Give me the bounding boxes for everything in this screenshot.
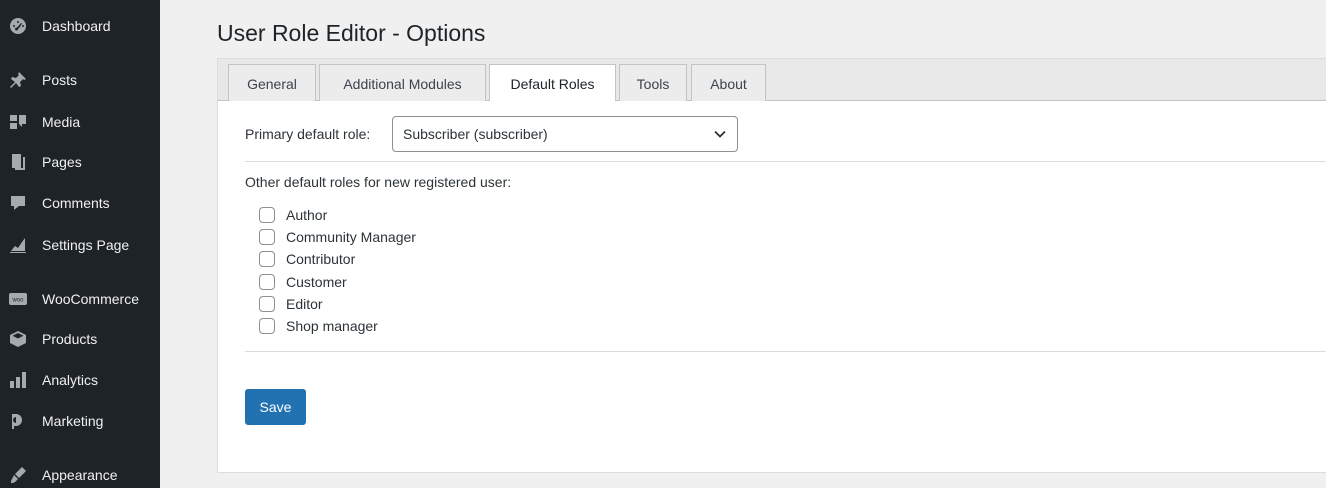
sidebar-item-label: Marketing (42, 413, 104, 429)
tab-tools[interactable]: Tools (619, 64, 687, 102)
default-roles-panel: Primary default role: Subscriber (subscr… (217, 101, 1326, 473)
role-item-customer: Customer (259, 271, 347, 293)
divider (245, 351, 1326, 352)
sidebar-item-label: Posts (42, 72, 78, 88)
sidebar-item-label: Analytics (42, 372, 99, 388)
svg-text:woo: woo (11, 298, 24, 304)
megaphone-icon (8, 411, 28, 431)
comment-icon (8, 193, 28, 213)
sidebar-item-label: Comments (42, 195, 110, 211)
sidebar-item-pages[interactable]: Pages (0, 145, 160, 179)
other-roles-label: Other default roles for new registered u… (245, 174, 512, 190)
chevron-down-icon (714, 130, 726, 138)
sidebar-item-woocommerce[interactable]: woo WooCommerce (0, 282, 160, 316)
primary-role-select[interactable]: Subscriber (subscriber) (392, 116, 738, 152)
tab-bar: General Additional Modules Default Roles… (217, 58, 1326, 103)
role-item-community-manager: Community Manager (259, 226, 416, 248)
divider (245, 161, 1326, 162)
sidebar-item-label: Pages (42, 154, 82, 170)
media-icon (8, 112, 28, 132)
main-content: User Role Editor - Options General Addit… (160, 0, 1326, 488)
role-checkbox[interactable] (259, 318, 275, 334)
role-label: Editor (286, 296, 323, 312)
sidebar-item-label: Products (42, 331, 98, 347)
pin-icon (8, 70, 28, 90)
tab-general[interactable]: General (228, 64, 316, 102)
admin-sidebar: Dashboard Posts Media Pages Comments Set… (0, 0, 160, 488)
role-item-author: Author (259, 204, 327, 226)
tab-default-roles[interactable]: Default Roles (489, 64, 616, 103)
primary-role-label: Primary default role: (245, 126, 371, 142)
sidebar-item-label: Dashboard (42, 18, 111, 34)
role-checkbox[interactable] (259, 207, 275, 223)
sidebar-item-media[interactable]: Media (0, 105, 160, 139)
role-checkbox[interactable] (259, 251, 275, 267)
sidebar-item-label: Settings Page (42, 237, 130, 253)
role-checkbox[interactable] (259, 229, 275, 245)
save-button[interactable]: Save (245, 389, 306, 425)
role-checkbox[interactable] (259, 274, 275, 290)
sidebar-item-products[interactable]: Products (0, 322, 160, 356)
sidebar-item-appearance[interactable]: Appearance (0, 458, 160, 488)
bar-chart-icon (8, 370, 28, 390)
woo-icon: woo (8, 289, 28, 309)
sidebar-item-settings-page[interactable]: Settings Page (0, 228, 160, 262)
pages-icon (8, 152, 28, 172)
role-label: Community Manager (286, 229, 416, 245)
role-item-editor: Editor (259, 293, 323, 315)
dashboard-icon (8, 16, 28, 36)
sidebar-item-posts[interactable]: Posts (0, 63, 160, 97)
role-label: Contributor (286, 251, 356, 267)
sidebar-item-marketing[interactable]: Marketing (0, 404, 160, 438)
sidebar-item-label: WooCommerce (42, 291, 139, 307)
sidebar-item-analytics[interactable]: Analytics (0, 363, 160, 397)
chart-icon (8, 235, 28, 255)
tab-about[interactable]: About (691, 64, 766, 102)
role-label: Customer (286, 274, 347, 290)
brush-icon (8, 465, 28, 485)
role-item-contributor: Contributor (259, 248, 355, 270)
sidebar-item-label: Appearance (42, 467, 118, 483)
sidebar-item-comments[interactable]: Comments (0, 186, 160, 220)
tab-additional-modules[interactable]: Additional Modules (319, 64, 486, 102)
primary-role-value: Subscriber (subscriber) (403, 126, 548, 142)
sidebar-item-label: Media (42, 114, 81, 130)
sidebar-item-dashboard[interactable]: Dashboard (0, 9, 160, 43)
box-icon (8, 329, 28, 349)
page-title: User Role Editor - Options (217, 20, 486, 46)
role-label: Author (286, 207, 328, 223)
role-checkbox[interactable] (259, 296, 275, 312)
role-label: Shop manager (286, 318, 378, 334)
role-item-shop-manager: Shop manager (259, 315, 378, 337)
